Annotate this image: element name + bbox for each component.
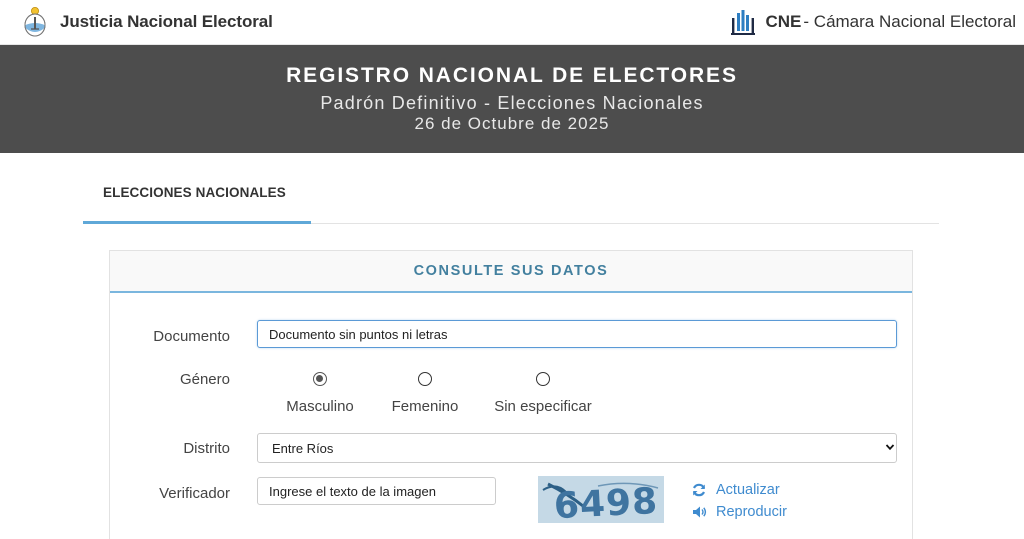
distrito-select[interactable]: Entre Ríos <box>257 433 897 463</box>
radio-masculino-label: Masculino <box>286 398 354 415</box>
panel-header: CONSULTE SUS DATOS <box>110 251 912 293</box>
genero-label: Género <box>179 371 230 388</box>
hero-subtitle: Padrón Definitivo - Elecciones Nacionale… <box>320 93 704 113</box>
brand-left-label: Justicia Nacional Electoral <box>60 12 273 31</box>
verificador-input[interactable] <box>257 477 496 505</box>
tab-label: ELECCIONES NACIONALES <box>103 185 286 200</box>
radio-femenino-circle[interactable] <box>418 372 432 386</box>
captcha-image: 6498 <box>538 476 664 523</box>
speaker-icon <box>693 506 707 518</box>
refresh-captcha-link[interactable]: Actualizar <box>691 482 780 498</box>
captcha-text: 6498 <box>553 481 659 523</box>
radio-masculino[interactable]: Masculino <box>285 372 355 415</box>
hero-banner: REGISTRO NACIONAL DE ELECTORES Padrón De… <box>0 45 1024 153</box>
radio-femenino[interactable]: Femenino <box>390 372 460 415</box>
tab-elecciones-nacionales[interactable]: ELECCIONES NACIONALES <box>83 153 311 224</box>
argentina-seal-icon <box>24 7 46 37</box>
hero-date: 26 de Octubre de 2025 <box>414 114 610 133</box>
hero-title: REGISTRO NACIONAL DE ELECTORES <box>286 64 738 87</box>
radio-sin-especificar[interactable]: Sin especificar <box>493 372 593 415</box>
brand-right[interactable]: CNE - Cámara Nacional Electoral <box>730 4 1016 40</box>
play-audio-link[interactable]: Reproducir <box>691 504 787 520</box>
verificador-label: Verificador <box>159 485 230 502</box>
top-bar: Justicia Nacional Electoral CNE - Cámara… <box>0 0 1024 45</box>
consulta-panel: CONSULTE SUS DATOS Documento Género Masc… <box>109 250 913 539</box>
refresh-label: Actualizar <box>716 482 780 498</box>
brand-left[interactable]: Justicia Nacional Electoral <box>22 4 273 40</box>
cne-logo-icon <box>730 10 755 35</box>
chevron-down-icon[interactable] <box>885 442 895 452</box>
tab-bar: ELECCIONES NACIONALES <box>83 153 939 224</box>
brand-right-acronym: CNE <box>765 12 802 31</box>
documento-label: Documento <box>153 328 230 345</box>
distrito-selected-value: Entre Ríos <box>272 441 334 456</box>
radio-sin-especificar-circle[interactable] <box>536 372 550 386</box>
distrito-label: Distrito <box>183 440 230 457</box>
radio-masculino-circle[interactable] <box>313 372 327 386</box>
radio-femenino-label: Femenino <box>391 398 459 415</box>
refresh-icon <box>693 483 705 497</box>
brand-right-label: - Cámara Nacional Electoral <box>803 12 1016 31</box>
play-label: Reproducir <box>716 504 787 520</box>
panel-title: CONSULTE SUS DATOS <box>413 263 609 279</box>
radio-sin-especificar-label: Sin especificar <box>494 398 592 415</box>
documento-input[interactable] <box>257 320 897 348</box>
